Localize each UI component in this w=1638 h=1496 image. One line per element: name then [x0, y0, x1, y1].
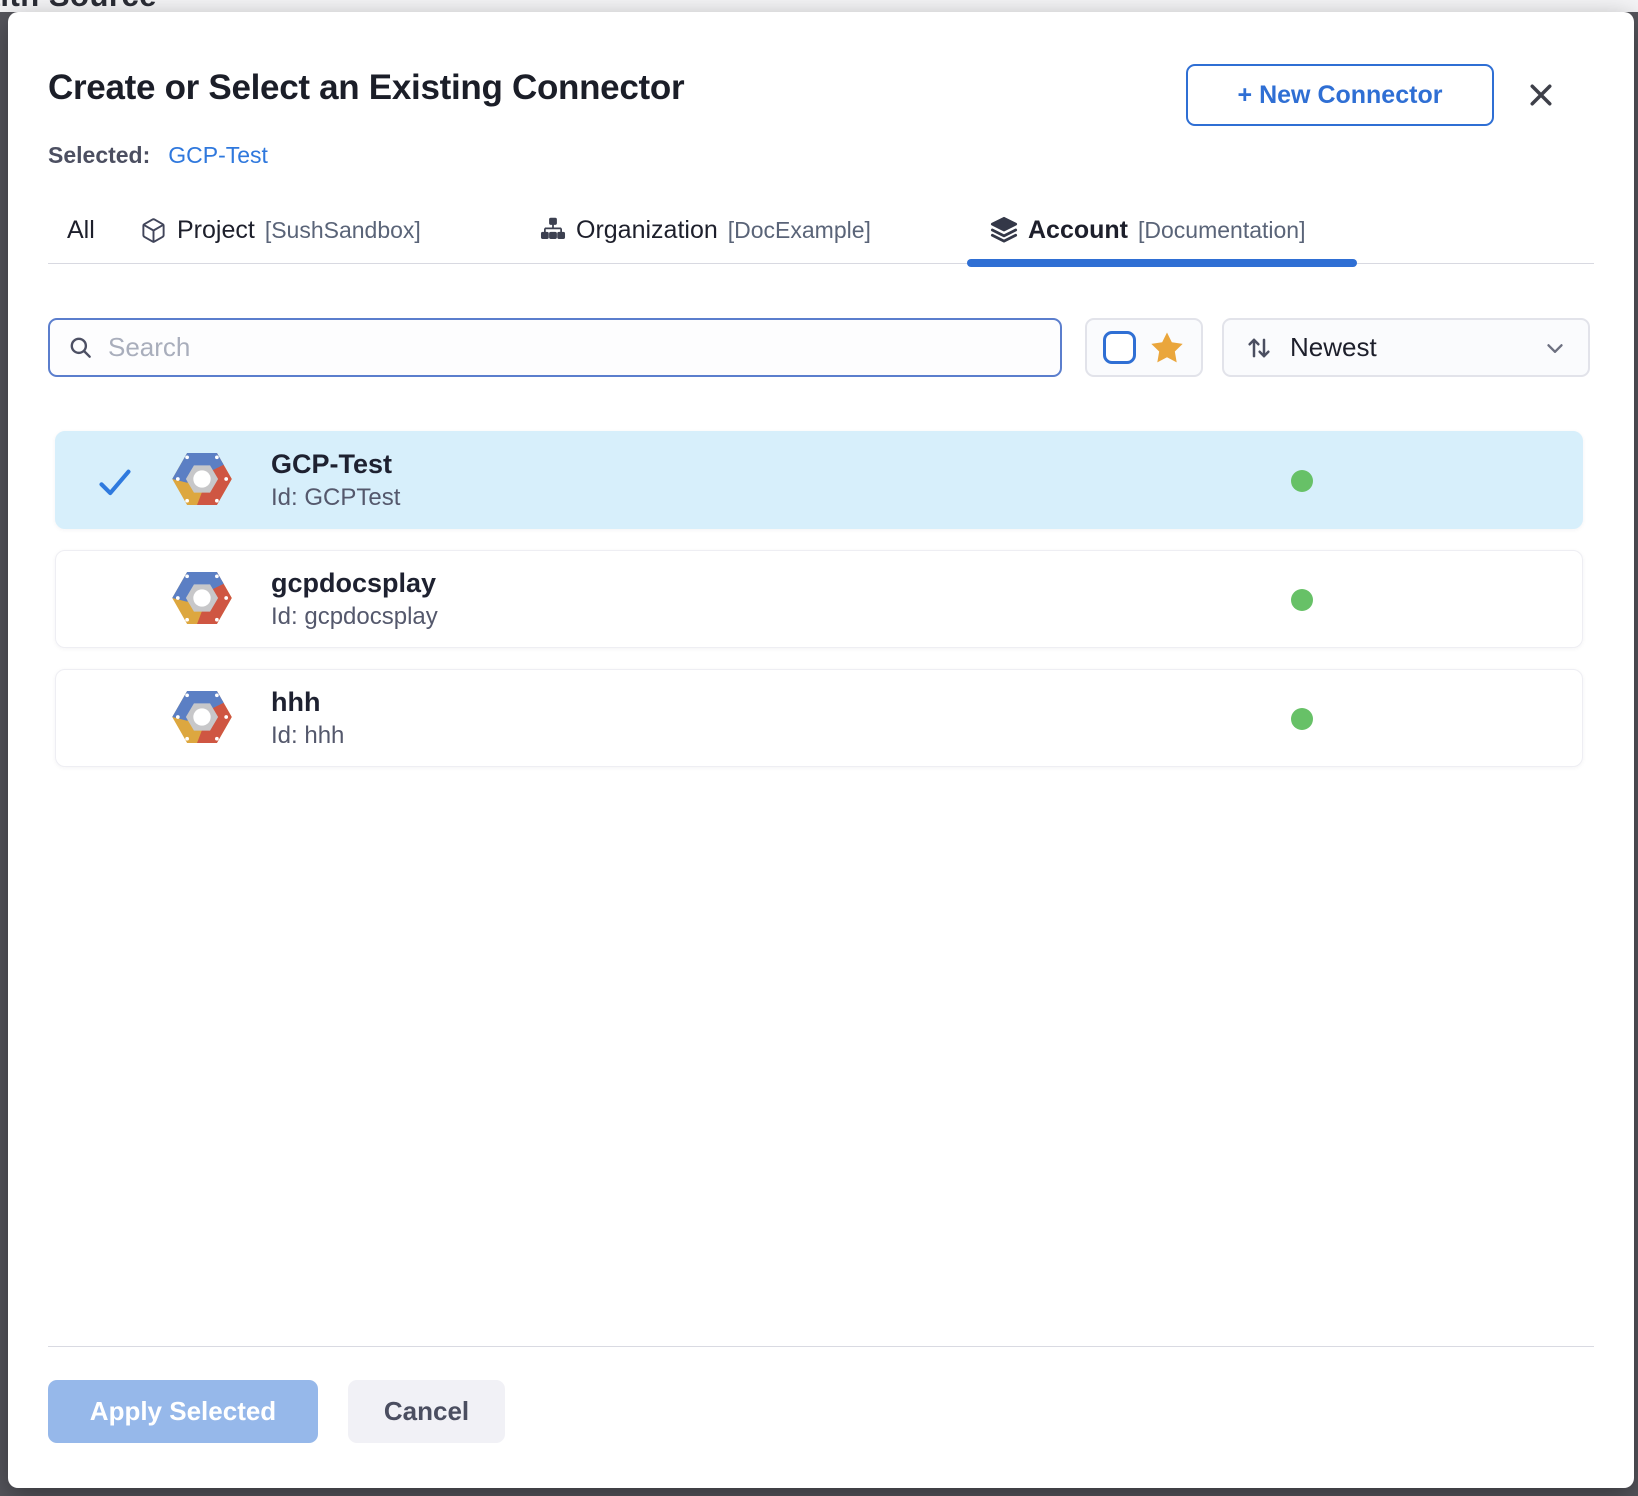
tab-account-scope: [Documentation]	[1138, 217, 1305, 244]
tab-project-scope: [SushSandbox]	[265, 217, 421, 244]
tab-organization-label: Organization	[576, 216, 718, 245]
active-tab-underline	[967, 259, 1357, 267]
connector-name: hhh	[271, 684, 344, 720]
favorites-checkbox[interactable]	[1103, 331, 1136, 364]
tab-organization-scope: [DocExample]	[728, 217, 871, 244]
selected-label: Selected:	[48, 142, 150, 168]
new-connector-button[interactable]: + New Connector	[1186, 64, 1494, 126]
close-icon	[1526, 80, 1556, 110]
connector-id: Id: GCPTest	[271, 482, 400, 514]
selected-line: Selected: GCP-Test	[48, 142, 268, 169]
cube-icon	[140, 217, 167, 244]
gcp-logo-icon	[171, 689, 233, 750]
connector-select-modal: Create or Select an Existing Connector +…	[8, 12, 1634, 1488]
connector-id: Id: hhh	[271, 720, 344, 752]
backdrop-page-title-fragment: Health Source	[0, 0, 157, 12]
sort-selected-value: Newest	[1290, 332, 1526, 363]
connector-name: gcpdocsplay	[271, 565, 438, 601]
page-title: Create or Select an Existing Connector	[48, 68, 684, 108]
sort-dropdown[interactable]: Newest	[1222, 318, 1590, 377]
search-icon	[68, 335, 94, 361]
check-icon	[96, 463, 134, 506]
chevron-down-icon	[1542, 335, 1568, 361]
apply-selected-button[interactable]: Apply Selected	[48, 1380, 318, 1443]
tab-account-label: Account	[1028, 216, 1128, 245]
connector-info: GCP-Test Id: GCPTest	[271, 446, 400, 514]
connector-info: gcpdocsplay Id: gcpdocsplay	[271, 565, 438, 633]
cancel-button[interactable]: Cancel	[348, 1380, 505, 1443]
gcp-logo-icon	[171, 451, 233, 512]
org-chart-icon	[540, 217, 566, 243]
connector-row-gcpdocsplay[interactable]: gcpdocsplay Id: gcpdocsplay	[55, 550, 1583, 648]
connector-id: Id: gcpdocsplay	[271, 601, 438, 633]
status-dot	[1291, 470, 1313, 492]
star-icon	[1148, 329, 1186, 367]
tab-all-label: All	[67, 216, 95, 245]
layers-icon	[990, 216, 1018, 244]
connector-row-hhh[interactable]: hhh Id: hhh	[55, 669, 1583, 767]
search-box	[48, 318, 1062, 377]
status-dot	[1291, 589, 1313, 611]
status-dot	[1291, 708, 1313, 730]
tab-project-label: Project	[177, 216, 255, 245]
footer-divider	[48, 1346, 1594, 1347]
connector-row-gcp-test[interactable]: GCP-Test Id: GCPTest	[55, 431, 1583, 529]
selected-connector-link[interactable]: GCP-Test	[168, 142, 268, 168]
tab-organization[interactable]: Organization [DocExample]	[540, 196, 871, 264]
favorites-filter[interactable]	[1085, 318, 1203, 377]
close-button[interactable]	[1518, 72, 1564, 118]
backdrop-page-strip: Health Source	[0, 0, 1638, 12]
gcp-logo-icon	[171, 570, 233, 631]
search-input[interactable]	[108, 332, 1042, 363]
tab-account[interactable]: Account [Documentation]	[990, 196, 1305, 264]
sort-arrows-icon	[1244, 333, 1274, 363]
tab-project[interactable]: Project [SushSandbox]	[140, 196, 421, 264]
connector-name: GCP-Test	[271, 446, 400, 482]
tab-all[interactable]: All	[67, 196, 95, 264]
scope-tabbar: All Project [SushSandbox]	[48, 196, 1594, 264]
connector-info: hhh Id: hhh	[271, 684, 344, 752]
